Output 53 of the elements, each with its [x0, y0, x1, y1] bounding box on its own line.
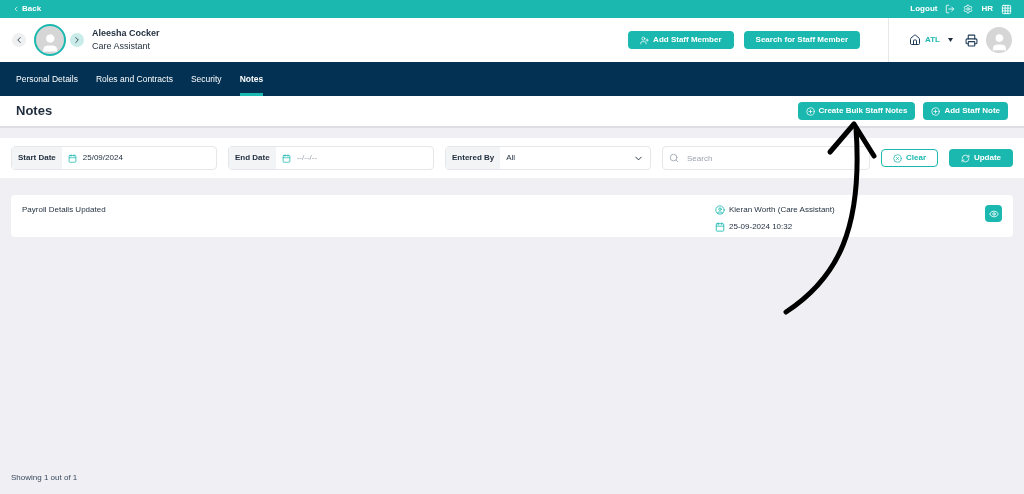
calendar-icon [715, 222, 725, 232]
caret-icon [948, 38, 953, 42]
field-label: End Date [229, 147, 276, 169]
staff-role: Care Assistant [92, 40, 152, 53]
update-button[interactable]: Update [949, 149, 1013, 167]
apps-icon[interactable] [1001, 3, 1012, 15]
chevron-right-icon [72, 35, 82, 45]
add-staff-button[interactable]: Add Staff Member [628, 31, 734, 49]
entered-by-select[interactable]: Entered By All [445, 146, 651, 170]
add-user-icon [640, 35, 650, 45]
user-initials[interactable]: HR [981, 3, 993, 15]
nav-tab[interactable]: Security [190, 62, 222, 96]
page-title: Notes [16, 102, 53, 121]
eye-icon [988, 208, 999, 219]
plus-circle-icon [931, 106, 941, 116]
chevron-left-icon [12, 5, 20, 13]
calendar-icon [281, 153, 291, 163]
calendar-icon [67, 153, 77, 163]
staff-name: Aleesha Cocker [92, 27, 160, 40]
note-author: Kieran Worth (Care Assistant) [729, 204, 835, 216]
field-label: Start Date [12, 147, 62, 169]
logout-link[interactable]: Logout [910, 3, 938, 15]
home-icon[interactable] [909, 34, 922, 46]
clear-circle-icon [893, 153, 902, 163]
next-button[interactable] [70, 33, 84, 47]
plus-circle-icon [805, 106, 815, 116]
print-icon[interactable] [965, 33, 978, 47]
date-value: 25/09/2024 [82, 152, 123, 164]
search-icon [669, 153, 679, 163]
user-icon [715, 205, 725, 215]
view-button[interactable] [985, 205, 1002, 222]
nav-tab[interactable]: Roles and Contracts [95, 62, 173, 96]
location-select[interactable]: ATL [925, 34, 953, 46]
date-placeholder: --/--/-- [296, 152, 318, 164]
chevron-left-icon [14, 35, 24, 45]
add-note-button[interactable]: Add Staff Note [923, 102, 1008, 120]
note-title: Payroll Details Updated [22, 204, 106, 216]
avatar-icon [986, 27, 1012, 53]
date-field[interactable]: Start Date 25/09/2024 [11, 146, 217, 170]
previous-button[interactable] [12, 33, 26, 47]
avatar-icon [34, 24, 66, 56]
note-date: 25-09-2024 10:32 [729, 221, 793, 233]
clear-button[interactable]: Clear [881, 149, 938, 167]
back-link[interactable]: Back [12, 3, 42, 15]
logout-icon[interactable] [945, 4, 956, 14]
settings-icon[interactable] [963, 4, 974, 14]
nav-tab[interactable]: Personal Details [16, 62, 78, 96]
bulk-notes-button[interactable]: Create Bulk Staff Notes [797, 102, 916, 120]
search-field[interactable]: Search [662, 146, 870, 170]
refresh-icon [960, 153, 970, 163]
results-count: Showing 1 out of 1 [11, 472, 79, 484]
search-staff-button[interactable]: Search for Staff Member [743, 31, 861, 49]
date-field[interactable]: End Date --/--/-- [228, 146, 434, 170]
